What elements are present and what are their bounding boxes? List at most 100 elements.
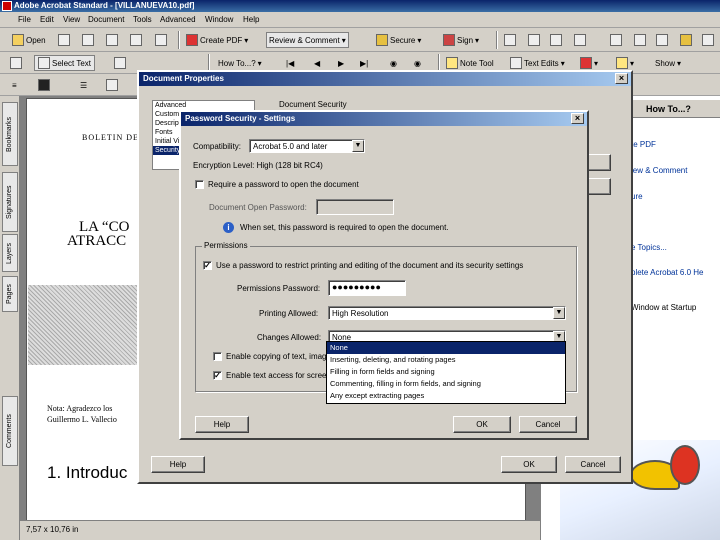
dp-help-button[interactable]: Help (151, 456, 205, 473)
changes-allowed-dropdown-list[interactable]: None Inserting, deleting, and rotating p… (326, 341, 566, 404)
redo-icon (550, 34, 562, 46)
pen-icon (443, 34, 455, 46)
create-pdf-button[interactable]: Create PDF ▾ (186, 32, 248, 48)
search-button[interactable] (58, 32, 70, 48)
howto-startup-option[interactable]: Window at Startup (631, 303, 696, 312)
check-button[interactable] (504, 32, 516, 48)
how-to-button[interactable]: How To...? ▾ (218, 55, 262, 71)
last-page-button[interactable]: ▶| (360, 55, 368, 71)
fill-color-button[interactable] (38, 77, 50, 93)
menu-document[interactable]: Document (88, 15, 124, 24)
enable-text-access-checkbox[interactable]: ✓ (213, 371, 222, 380)
close-icon[interactable]: × (571, 113, 584, 124)
attach-button[interactable] (574, 32, 586, 48)
howto-link-create-pdf[interactable]: te PDF (631, 140, 656, 149)
text-select-button[interactable] (610, 32, 622, 48)
dp-cancel-button[interactable]: Cancel (565, 456, 621, 473)
option-commenting-forms-signing[interactable]: Commenting, filling in form fields, and … (327, 378, 565, 390)
secure-button[interactable]: Secure ▾ (376, 32, 421, 48)
undo-button[interactable] (528, 32, 540, 48)
use-password-restrict-checkbox[interactable]: ✓ (203, 261, 212, 270)
printing-allowed-select[interactable]: High Resolution ▼ (328, 306, 566, 320)
menu-window[interactable]: Window (205, 15, 233, 24)
howto-link-help[interactable]: plete Acrobat 6.0 He (631, 268, 704, 277)
permissions-password-field[interactable]: ●●●●●●●●● (328, 280, 406, 296)
menu-tools[interactable]: Tools (133, 15, 152, 24)
hand-tool-button[interactable] (10, 55, 22, 71)
menu-file[interactable]: File (18, 15, 31, 24)
first-page-button[interactable]: |◀ (286, 55, 294, 71)
show-button[interactable]: Show ▾ (655, 55, 681, 71)
permissions-group-label: Permissions (202, 241, 250, 250)
stamp-tool-button[interactable]: ▾ (580, 55, 598, 71)
print-button[interactable] (106, 32, 118, 48)
forward-icon: ◉ (414, 58, 421, 68)
checkmark-icon (504, 34, 516, 46)
encryption-level-label: Encryption Level: High (128 bit RC4) (193, 161, 323, 170)
camera-icon (114, 57, 126, 69)
ocr-icon (634, 34, 646, 46)
crop-button[interactable] (656, 32, 668, 48)
menu-help[interactable]: Help (243, 15, 259, 24)
pw-ok-button[interactable]: OK (453, 416, 511, 433)
menu-view[interactable]: View (63, 15, 80, 24)
text-edits-button[interactable]: Text Edits ▾ (510, 55, 565, 71)
save-button[interactable] (82, 32, 94, 48)
find-button[interactable] (155, 32, 167, 48)
tab-pages[interactable]: Pages (2, 276, 18, 312)
redo-button[interactable] (550, 32, 562, 48)
option-none[interactable]: None (327, 342, 565, 354)
sign-button[interactable]: Sign ▾ (443, 32, 479, 48)
option-filling-forms-signing[interactable]: Filling in form fields and signing (327, 366, 565, 378)
next-page-icon: ▶ (338, 58, 345, 68)
prev-page-button[interactable]: ◀ (314, 55, 320, 71)
howto-link-review[interactable]: iew & Comment (631, 166, 687, 175)
pw-help-button[interactable]: Help (195, 416, 249, 433)
crop-icon (656, 34, 668, 46)
tab-signatures[interactable]: Signatures (2, 172, 18, 232)
open-button[interactable]: Open (12, 32, 46, 48)
pencil-icon (106, 79, 118, 91)
compatibility-select[interactable]: Acrobat 5.0 and later ▼ (249, 139, 365, 153)
menu-edit[interactable]: Edit (40, 15, 54, 24)
touchup-button[interactable] (702, 32, 714, 48)
red-shape (670, 445, 700, 485)
stamp-button[interactable] (680, 32, 692, 48)
enable-copying-checkbox[interactable] (213, 352, 222, 361)
next-page-button[interactable]: ▶ (338, 55, 344, 71)
line-width-button[interactable]: ☰ (80, 77, 87, 93)
highlight-button[interactable]: ▾ (616, 55, 634, 71)
tab-bookmarks[interactable]: Bookmarks (2, 102, 18, 166)
review-comment-button[interactable]: Review & Comment ▾ (266, 32, 349, 48)
snapshot-button[interactable] (114, 55, 126, 71)
touchup-icon (702, 34, 714, 46)
require-open-password-checkbox[interactable] (195, 180, 204, 189)
menu-advanced[interactable]: Advanced (160, 15, 196, 24)
last-page-icon: ▶| (360, 58, 369, 68)
ocr-button[interactable] (634, 32, 646, 48)
select-text-button[interactable]: Select Text (34, 55, 95, 71)
howto-link-topics[interactable]: e Topics... (631, 243, 667, 252)
close-icon[interactable]: × (615, 73, 628, 84)
dp-ok-button[interactable]: OK (501, 456, 557, 473)
email-button[interactable] (130, 32, 142, 48)
option-any-except-extracting[interactable]: Any except extracting pages (327, 390, 565, 402)
navigation-tabs: Bookmarks Signatures Layers Pages Commen… (0, 96, 20, 540)
tab-comments[interactable]: Comments (2, 396, 18, 466)
highlighter-icon (616, 57, 628, 69)
use-password-restrict-label: Use a password to restrict printing and … (216, 261, 524, 270)
chevron-down-icon: ▼ (352, 140, 364, 152)
open-password-field[interactable] (316, 199, 394, 215)
pencil-button[interactable] (106, 77, 118, 93)
back-button[interactable]: ◉ (390, 55, 397, 71)
note-tool-button[interactable]: Note Tool (446, 55, 494, 71)
menu-grip-button[interactable]: ≡ (12, 77, 17, 93)
save-icon (82, 34, 94, 46)
category-advanced[interactable]: Advanced (153, 101, 254, 110)
stamp-icon (680, 34, 692, 46)
doc-note-line1: Nota: Agradezco los (47, 404, 113, 413)
option-inserting-deleting-rotating[interactable]: Inserting, deleting, and rotating pages (327, 354, 565, 366)
tab-layers[interactable]: Layers (2, 234, 18, 272)
forward-button[interactable]: ◉ (414, 55, 421, 71)
pw-cancel-button[interactable]: Cancel (519, 416, 577, 433)
